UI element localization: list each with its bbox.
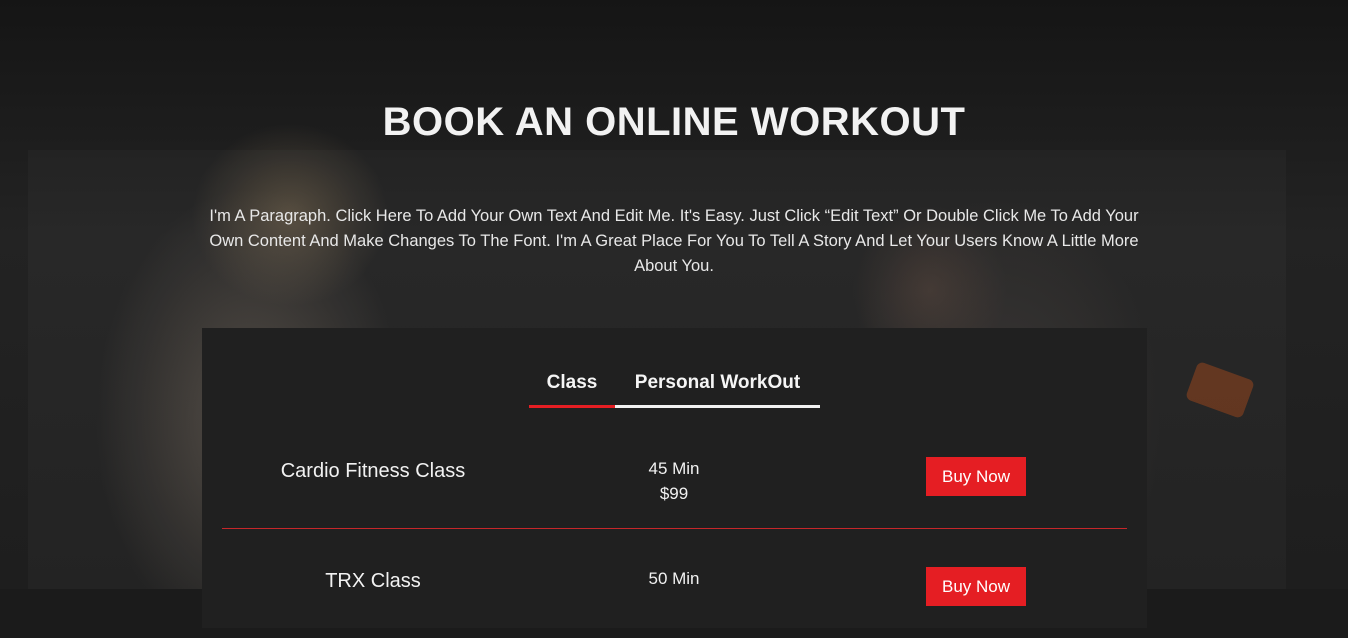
buy-now-button[interactable]: Buy Now bbox=[926, 457, 1026, 496]
class-row: Cardio Fitness Class 45 Min $99 Buy Now bbox=[222, 418, 1127, 529]
page-title: BOOK AN ONLINE WORKOUT bbox=[382, 100, 966, 144]
class-name: TRX Class bbox=[325, 570, 421, 592]
hero-paragraph: I'm A Paragraph. Click Here To Add Your … bbox=[209, 207, 1139, 275]
class-meta: 45 Min $99 bbox=[624, 456, 724, 506]
class-row: TRX Class 50 Min Buy Now bbox=[222, 528, 1127, 638]
class-price: $99 bbox=[659, 484, 689, 503]
tab-personal-workout[interactable]: Personal WorkOut bbox=[615, 360, 820, 408]
class-meta: 50 Min bbox=[624, 566, 724, 591]
booking-tabs: Class Personal WorkOut bbox=[529, 360, 820, 408]
class-duration: 50 Min bbox=[648, 569, 700, 588]
class-name: Cardio Fitness Class bbox=[280, 460, 466, 482]
tab-class[interactable]: Class bbox=[529, 360, 615, 408]
class-duration: 45 Min bbox=[648, 459, 700, 478]
buy-now-button[interactable]: Buy Now bbox=[926, 567, 1026, 606]
